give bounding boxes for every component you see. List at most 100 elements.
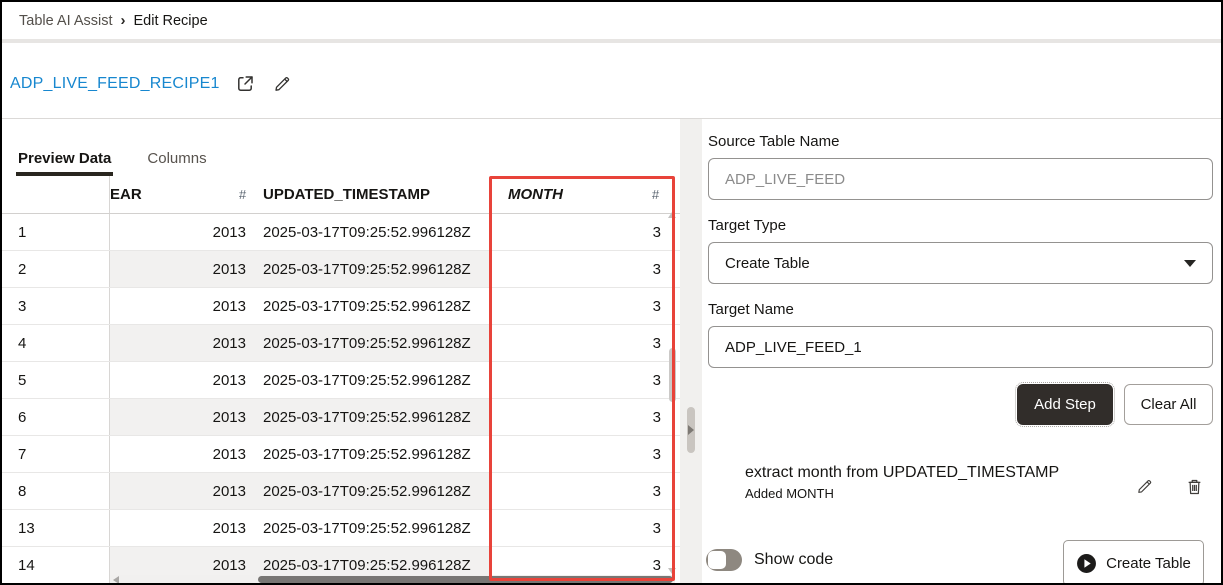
- open-recipe-button[interactable]: [234, 72, 257, 95]
- table-row[interactable]: 2 2013 2025-03-17T09:25:52.996128Z 3: [2, 251, 680, 288]
- toggle-knob: [708, 551, 726, 569]
- table-row[interactable]: 1 2013 2025-03-17T09:25:52.996128Z 3: [2, 214, 680, 251]
- breadcrumb-parent[interactable]: Table AI Assist: [19, 13, 113, 29]
- year-cell: 2013: [110, 510, 250, 546]
- horizontal-scroll-thumb[interactable]: [258, 576, 673, 583]
- chevron-down-icon: [1184, 260, 1196, 267]
- numeric-type-icon: #: [239, 187, 246, 202]
- month-cell: 3: [490, 510, 675, 546]
- scroll-left-icon[interactable]: [113, 576, 119, 584]
- month-column-header[interactable]: MONTH #: [490, 176, 675, 213]
- row-number-cell: 5: [2, 362, 110, 398]
- table-row[interactable]: 5 2013 2025-03-17T09:25:52.996128Z 3: [2, 362, 680, 399]
- step-title: extract month from UPDATED_TIMESTAMP: [745, 464, 1059, 482]
- grid-horizontal-scrollbar[interactable]: [110, 575, 675, 584]
- year-cell: 2013: [110, 325, 250, 361]
- breadcrumb-chevron-icon: ›: [121, 12, 126, 29]
- show-code-row: Show code: [706, 549, 833, 571]
- recipe-step-item: extract month from UPDATED_TIMESTAMP Add…: [745, 464, 1205, 501]
- expand-right-icon: [688, 425, 694, 435]
- source-table-input[interactable]: [708, 158, 1213, 200]
- preview-data-grid: EAR # UPDATED_TIMESTAMP MONTH # 1 2013 2…: [2, 176, 680, 583]
- table-row[interactable]: 6 2013 2025-03-17T09:25:52.996128Z 3: [2, 399, 680, 436]
- breadcrumb-current: Edit Recipe: [134, 13, 208, 29]
- recipe-title-row: ADP_LIVE_FEED_RECIPE1: [10, 72, 293, 95]
- source-table-label: Source Table Name: [708, 133, 839, 150]
- breadcrumb: Table AI Assist › Edit Recipe: [2, 2, 1221, 39]
- row-number-cell: 3: [2, 288, 110, 324]
- timestamp-column-label: UPDATED_TIMESTAMP: [263, 186, 430, 203]
- year-cell: 2013: [110, 362, 250, 398]
- month-cell: 3: [490, 473, 675, 509]
- trash-icon: [1186, 478, 1203, 496]
- recipe-form-panel: Source Table Name Target Type Create Tab…: [702, 119, 1223, 583]
- row-header-corner: [2, 176, 110, 213]
- preview-panel: Preview Data Columns EAR # UPDATED_TIMES…: [2, 119, 680, 583]
- month-cell: 3: [490, 288, 675, 324]
- splitter-handle[interactable]: [687, 407, 695, 453]
- grid-header-row: EAR # UPDATED_TIMESTAMP MONTH #: [2, 176, 680, 214]
- year-cell: 2013: [110, 251, 250, 287]
- year-cell: 2013: [110, 473, 250, 509]
- month-cell: 3: [490, 325, 675, 361]
- tab-columns[interactable]: Columns: [145, 119, 208, 176]
- year-cell: 2013: [110, 436, 250, 472]
- table-row[interactable]: 13 2013 2025-03-17T09:25:52.996128Z 3: [2, 510, 680, 547]
- month-column-label: MONTH: [508, 186, 563, 203]
- target-name-input[interactable]: [708, 326, 1213, 368]
- step-text: extract month from UPDATED_TIMESTAMP Add…: [745, 464, 1059, 501]
- row-number-cell: 6: [2, 399, 110, 435]
- create-table-button-label: Create Table: [1106, 555, 1191, 572]
- target-type-value: Create Table: [725, 255, 810, 272]
- panel-splitter[interactable]: [680, 119, 702, 583]
- table-row[interactable]: 4 2013 2025-03-17T09:25:52.996128Z 3: [2, 325, 680, 362]
- play-circle-icon: [1076, 553, 1097, 574]
- row-number-cell: 8: [2, 473, 110, 509]
- timestamp-cell: 2025-03-17T09:25:52.996128Z: [250, 436, 490, 472]
- add-step-button[interactable]: Add Step: [1017, 384, 1113, 425]
- row-number-cell: 7: [2, 436, 110, 472]
- timestamp-cell: 2025-03-17T09:25:52.996128Z: [250, 362, 490, 398]
- scroll-down-icon[interactable]: [668, 568, 676, 574]
- row-number-cell: 2: [2, 251, 110, 287]
- tab-bar: Preview Data Columns: [16, 119, 209, 176]
- clear-all-button[interactable]: Clear All: [1124, 384, 1213, 425]
- step-subtitle: Added MONTH: [745, 486, 1059, 501]
- timestamp-cell: 2025-03-17T09:25:52.996128Z: [250, 473, 490, 509]
- row-number-cell: 1: [2, 214, 110, 250]
- year-column-header[interactable]: EAR #: [110, 176, 250, 213]
- year-cell: 2013: [110, 399, 250, 435]
- timestamp-cell: 2025-03-17T09:25:52.996128Z: [250, 399, 490, 435]
- grid-vertical-scrollbar[interactable]: [668, 210, 677, 576]
- edit-step-button[interactable]: [1134, 472, 1155, 501]
- month-cell: 3: [490, 436, 675, 472]
- pencil-icon: [273, 75, 291, 93]
- timestamp-cell: 2025-03-17T09:25:52.996128Z: [250, 214, 490, 250]
- create-table-button[interactable]: Create Table: [1063, 540, 1204, 585]
- scroll-up-icon[interactable]: [668, 212, 676, 218]
- table-row[interactable]: 3 2013 2025-03-17T09:25:52.996128Z 3: [2, 288, 680, 325]
- timestamp-cell: 2025-03-17T09:25:52.996128Z: [250, 288, 490, 324]
- show-code-label: Show code: [754, 551, 833, 569]
- timestamp-column-header[interactable]: UPDATED_TIMESTAMP: [250, 176, 490, 213]
- pencil-icon: [1136, 478, 1153, 495]
- table-row[interactable]: 7 2013 2025-03-17T09:25:52.996128Z 3: [2, 436, 680, 473]
- tab-preview-data[interactable]: Preview Data: [16, 119, 113, 176]
- row-number-cell: 14: [2, 547, 110, 583]
- vertical-scroll-thumb[interactable]: [669, 348, 676, 402]
- target-type-select[interactable]: Create Table: [708, 242, 1213, 284]
- month-cell: 3: [490, 399, 675, 435]
- rename-recipe-button[interactable]: [271, 73, 293, 95]
- delete-step-button[interactable]: [1184, 472, 1205, 501]
- month-cell: 3: [490, 362, 675, 398]
- timestamp-cell: 2025-03-17T09:25:52.996128Z: [250, 325, 490, 361]
- year-column-label: EAR: [110, 186, 142, 203]
- show-code-toggle[interactable]: [706, 549, 742, 571]
- target-name-label: Target Name: [708, 301, 794, 318]
- row-number-cell: 4: [2, 325, 110, 361]
- recipe-title-link[interactable]: ADP_LIVE_FEED_RECIPE1: [10, 75, 220, 93]
- table-row[interactable]: 8 2013 2025-03-17T09:25:52.996128Z 3: [2, 473, 680, 510]
- grid-body: 1 2013 2025-03-17T09:25:52.996128Z 3 2 2…: [2, 214, 680, 583]
- table-ai-assist-window: Table AI Assist › Edit Recipe ADP_LIVE_F…: [0, 0, 1223, 585]
- breadcrumb-divider: [2, 39, 1221, 43]
